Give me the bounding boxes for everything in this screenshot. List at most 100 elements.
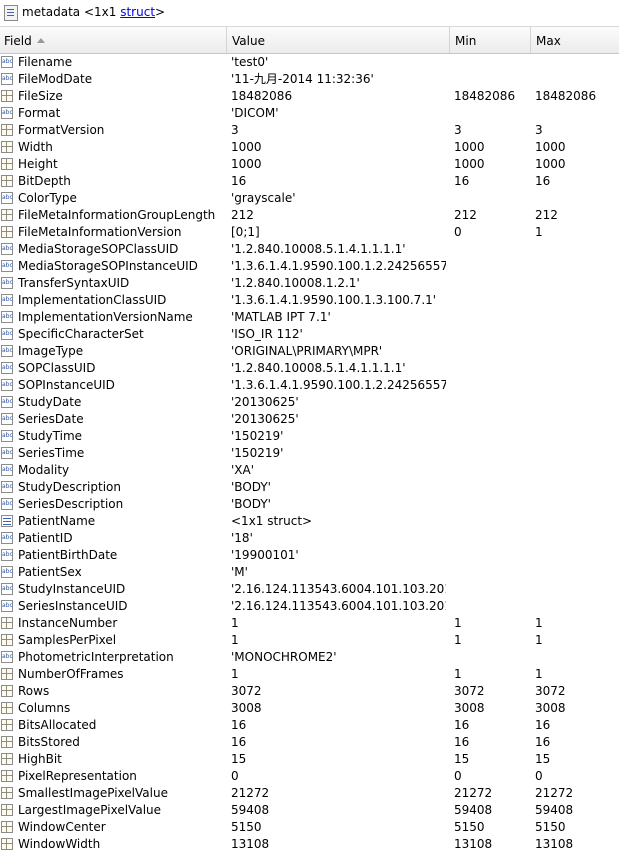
value-cell[interactable]: '18' — [231, 530, 446, 547]
value-cell[interactable]: 3072 — [231, 683, 446, 700]
min-cell[interactable] — [454, 241, 530, 258]
value-cell[interactable]: 3008 — [231, 700, 446, 717]
value-cell[interactable]: 1000 — [231, 139, 446, 156]
field-cell[interactable]: FileMetaInformationVersion — [18, 224, 227, 241]
min-cell[interactable] — [454, 462, 530, 479]
max-cell[interactable]: 1 — [535, 615, 619, 632]
table-row[interactable]: Filename'test0' — [0, 54, 619, 71]
table-row[interactable]: SeriesTime'150219' — [0, 445, 619, 462]
max-cell[interactable] — [535, 275, 619, 292]
table-row[interactable]: Rows 3072 3072 3072 — [0, 683, 619, 700]
min-cell[interactable] — [454, 445, 530, 462]
table-row[interactable]: PhotometricInterpretation'MONOCHROME2' — [0, 649, 619, 666]
max-cell[interactable]: 18482086 — [535, 88, 619, 105]
min-cell[interactable] — [454, 309, 530, 326]
max-cell[interactable]: 1 — [535, 224, 619, 241]
max-cell[interactable] — [535, 377, 619, 394]
max-cell[interactable] — [535, 292, 619, 309]
value-cell[interactable]: 'MONOCHROME2' — [231, 649, 446, 666]
value-cell[interactable]: '20130625' — [231, 394, 446, 411]
min-cell[interactable]: 1 — [454, 632, 530, 649]
min-cell[interactable] — [454, 377, 530, 394]
table-row[interactable]: Width 1000 1000 1000 — [0, 139, 619, 156]
max-cell[interactable] — [535, 343, 619, 360]
value-cell[interactable]: '1.2.840.10008.5.1.4.1.1.1.1' — [231, 241, 446, 258]
table-row[interactable]: FileMetaInformationVersion [0;1] 0 1 — [0, 224, 619, 241]
max-cell[interactable]: 16 — [535, 734, 619, 751]
max-cell[interactable] — [535, 496, 619, 513]
min-cell[interactable] — [454, 326, 530, 343]
table-row[interactable]: LargestImagePixelValue 59408 59408 59408 — [0, 802, 619, 819]
max-cell[interactable] — [535, 564, 619, 581]
min-cell[interactable]: 16 — [454, 734, 530, 751]
table-row[interactable]: SeriesDescription'BODY' — [0, 496, 619, 513]
min-cell[interactable]: 13108 — [454, 836, 530, 853]
max-cell[interactable] — [535, 241, 619, 258]
table-row[interactable]: PixelRepresentation 0 0 0 — [0, 768, 619, 785]
field-cell[interactable]: SeriesInstanceUID — [18, 598, 227, 615]
min-cell[interactable] — [454, 394, 530, 411]
max-cell[interactable]: 3 — [535, 122, 619, 139]
field-cell[interactable]: SamplesPerPixel — [18, 632, 227, 649]
max-cell[interactable] — [535, 326, 619, 343]
value-cell[interactable]: <1x1 struct> — [231, 513, 446, 530]
field-cell[interactable]: ColorType — [18, 190, 227, 207]
table-row[interactable]: ColorType'grayscale' — [0, 190, 619, 207]
min-cell[interactable] — [454, 428, 530, 445]
field-cell[interactable]: FormatVersion — [18, 122, 227, 139]
value-cell[interactable]: '11-九月-2014 11:32:36' — [231, 71, 446, 88]
min-cell[interactable]: 21272 — [454, 785, 530, 802]
min-cell[interactable]: 5150 — [454, 819, 530, 836]
table-row[interactable]: SpecificCharacterSet'ISO_IR 112' — [0, 326, 619, 343]
min-cell[interactable] — [454, 564, 530, 581]
value-cell[interactable]: 59408 — [231, 802, 446, 819]
field-cell[interactable]: Format — [18, 105, 227, 122]
min-cell[interactable]: 3072 — [454, 683, 530, 700]
table-row[interactable]: NumberOfFrames 1 1 1 — [0, 666, 619, 683]
value-cell[interactable]: 1 — [231, 632, 446, 649]
max-cell[interactable]: 5150 — [535, 819, 619, 836]
table-row[interactable]: BitsAllocated 16 16 16 — [0, 717, 619, 734]
max-cell[interactable] — [535, 360, 619, 377]
max-cell[interactable]: 1000 — [535, 139, 619, 156]
min-cell[interactable] — [454, 581, 530, 598]
value-cell[interactable]: '19900101' — [231, 547, 446, 564]
table-row[interactable]: TransferSyntaxUID'1.2.840.10008.1.2.1' — [0, 275, 619, 292]
max-cell[interactable] — [535, 411, 619, 428]
min-cell[interactable]: 0 — [454, 224, 530, 241]
max-cell[interactable] — [535, 428, 619, 445]
min-cell[interactable] — [454, 258, 530, 275]
max-cell[interactable]: 3008 — [535, 700, 619, 717]
min-cell[interactable] — [454, 547, 530, 564]
min-cell[interactable]: 15 — [454, 751, 530, 768]
value-cell[interactable]: '1.3.6.1.4.1.9590.100.1.3.100.7.1' — [231, 292, 446, 309]
min-cell[interactable] — [454, 275, 530, 292]
min-cell[interactable] — [454, 513, 530, 530]
field-cell[interactable]: PixelRepresentation — [18, 768, 227, 785]
table-row[interactable]: FormatVersion 3 3 3 — [0, 122, 619, 139]
field-cell[interactable]: PatientSex — [18, 564, 227, 581]
field-cell[interactable]: PatientID — [18, 530, 227, 547]
table-row[interactable]: StudyDate'20130625' — [0, 394, 619, 411]
max-cell[interactable] — [535, 258, 619, 275]
value-cell[interactable]: 16 — [231, 717, 446, 734]
field-cell[interactable]: WindowCenter — [18, 819, 227, 836]
field-cell[interactable]: Filename — [18, 54, 227, 71]
min-cell[interactable]: 3 — [454, 122, 530, 139]
field-cell[interactable]: HighBit — [18, 751, 227, 768]
field-cell[interactable]: InstanceNumber — [18, 615, 227, 632]
value-cell[interactable]: 1 — [231, 615, 446, 632]
value-cell[interactable]: '1.3.6.1.4.1.9590.100.1.2.242565576... — [231, 377, 446, 394]
field-cell[interactable]: ImageType — [18, 343, 227, 360]
field-cell[interactable]: TransferSyntaxUID — [18, 275, 227, 292]
table-row[interactable]: BitsStored 16 16 16 — [0, 734, 619, 751]
field-cell[interactable]: Width — [18, 139, 227, 156]
min-cell[interactable]: 1 — [454, 666, 530, 683]
field-cell[interactable]: ImplementationVersionName — [18, 309, 227, 326]
max-cell[interactable]: 0 — [535, 768, 619, 785]
min-cell[interactable] — [454, 649, 530, 666]
field-cell[interactable]: StudyDate — [18, 394, 227, 411]
value-cell[interactable]: 'DICOM' — [231, 105, 446, 122]
max-cell[interactable]: 13108 — [535, 836, 619, 853]
field-cell[interactable]: Columns — [18, 700, 227, 717]
